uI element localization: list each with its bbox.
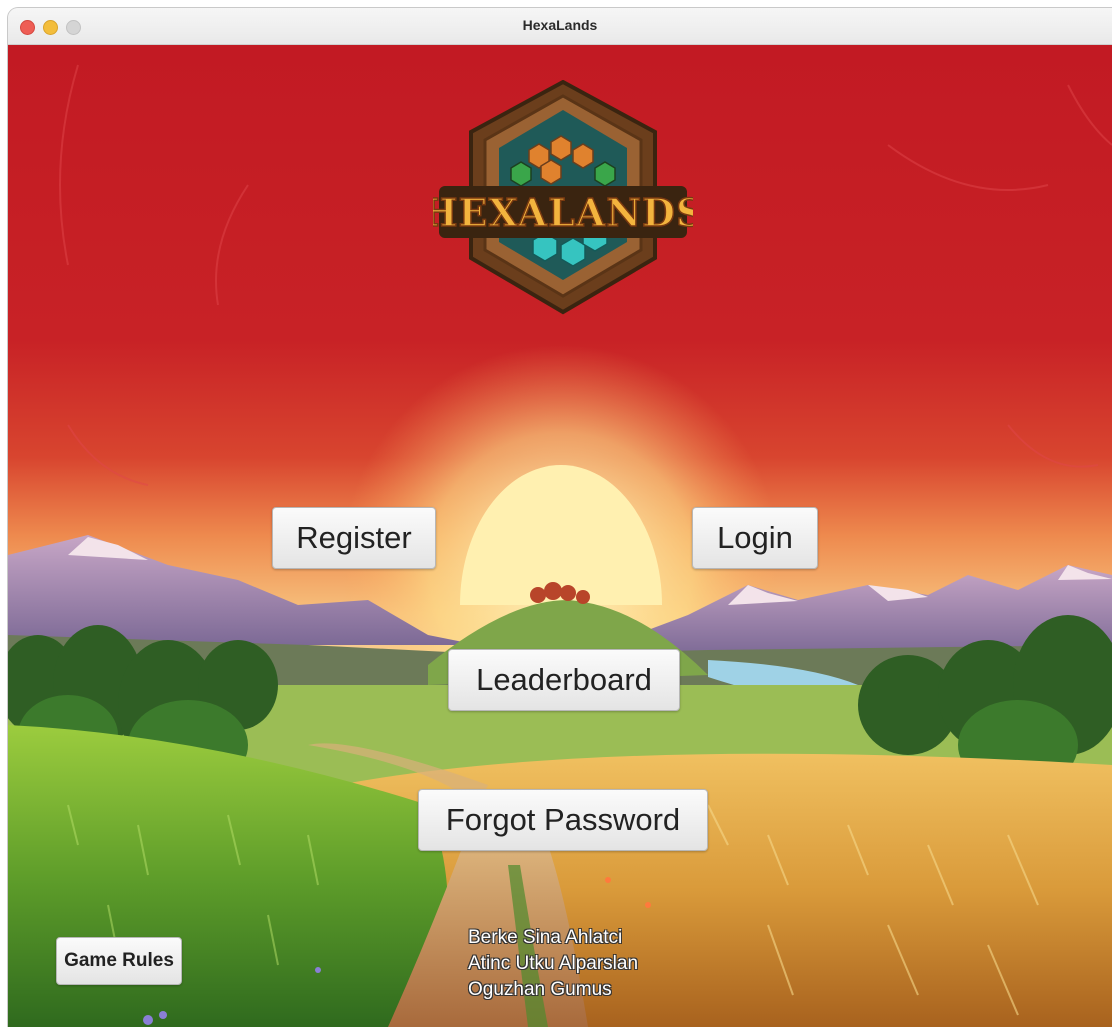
credit-name: Atinc Utku Alparslan [468,953,639,974]
title-bar: HexaLands [8,8,1112,45]
login-button[interactable]: Login [692,507,818,569]
logo-title: HEXALANDS [433,190,693,235]
leaderboard-button[interactable]: Leaderboard [448,649,680,711]
credit-name: Berke Sina Ahlatci [468,927,623,948]
app-window: HexaLands HEXALANDS Register Login Leade… [8,8,1112,1027]
main-menu-scene: HEXALANDS Register Login Leaderboard For… [8,45,1112,1027]
game-rules-button[interactable]: Game Rules [56,937,182,985]
register-button[interactable]: Register [272,507,436,569]
window-title: HexaLands [522,17,598,33]
credit-name: Oguzhan Gumus [468,979,612,1000]
credits: Berke Sina Ahlatci Atinc Utku Alparslan … [468,925,638,1003]
forgot-password-button[interactable]: Forgot Password [418,789,708,851]
hexalands-logo: HEXALANDS [433,80,693,315]
